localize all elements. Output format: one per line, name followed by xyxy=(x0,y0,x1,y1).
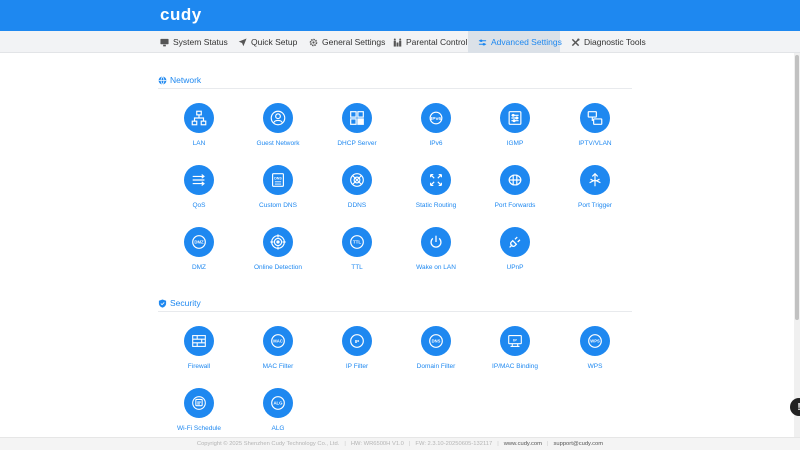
tile-online-detection[interactable]: Online Detection xyxy=(238,227,318,287)
wps-icon: WPS xyxy=(580,326,610,356)
section-title-security: Security xyxy=(158,298,201,308)
tile-dmz[interactable]: DMZ DMZ xyxy=(159,227,239,287)
footer-separator: | xyxy=(497,441,499,447)
binding-icon: IP xyxy=(500,326,530,356)
svg-text:ALG: ALG xyxy=(273,401,283,406)
detection-icon xyxy=(263,227,293,257)
svg-text:IP: IP xyxy=(355,339,360,345)
scrollbar-thumb[interactable] xyxy=(795,55,799,320)
footer-separator: | xyxy=(546,441,549,447)
iptv-icon xyxy=(580,103,610,133)
routing-icon xyxy=(421,165,451,195)
main-nav: System Status Quick Setup General Settin… xyxy=(0,31,800,53)
wand-icon xyxy=(238,37,247,47)
tile-static-routing[interactable]: Static Routing xyxy=(396,165,476,225)
section-divider xyxy=(158,88,632,89)
tools-icon xyxy=(571,37,580,47)
tile-port-trigger[interactable]: Port Trigger xyxy=(555,165,635,225)
tile-firewall[interactable]: Firewall xyxy=(159,326,239,386)
tile-ddns[interactable]: DDNS xyxy=(317,165,397,225)
tab-advanced-settings[interactable]: Advanced Settings xyxy=(468,31,562,53)
tab-label: Quick Setup xyxy=(251,37,298,47)
ttl-icon: TTL xyxy=(342,227,372,257)
footer-email-link[interactable]: support@cudy.com xyxy=(553,441,603,447)
cudy-logo[interactable]: cudy xyxy=(160,5,202,25)
mac-icon: MAC xyxy=(263,326,293,356)
tab-label: Parental Control xyxy=(406,37,468,47)
svg-text:WPS: WPS xyxy=(590,339,600,344)
footer-hw-version: HW: WR6500H V1.0 xyxy=(350,441,404,447)
footer: Copyright © 2025 Shenzhen Cudy Technolog… xyxy=(0,437,800,450)
svg-text:IPv6: IPv6 xyxy=(431,116,441,122)
tile-mac-filter[interactable]: MAC MAC Filter xyxy=(238,326,318,386)
tab-label: General Settings xyxy=(322,37,386,47)
gear-icon xyxy=(309,38,318,47)
tile-dhcp-server[interactable]: DHCP Server xyxy=(317,103,397,163)
svg-text:DMZ: DMZ xyxy=(194,240,204,245)
svg-text:TTL: TTL xyxy=(353,240,361,245)
tab-label: Diagnostic Tools xyxy=(584,37,646,47)
tab-label: Advanced Settings xyxy=(491,37,562,47)
lan-icon xyxy=(184,103,214,133)
section-divider xyxy=(158,311,632,312)
family-icon xyxy=(393,37,402,47)
tab-parental-control[interactable]: Parental Control xyxy=(383,31,477,53)
ip-icon: IP xyxy=(342,326,372,356)
footer-separator: | xyxy=(408,441,411,447)
tab-system-status[interactable]: System Status xyxy=(150,31,238,53)
header-bar: cudy xyxy=(0,0,800,31)
tab-label: System Status xyxy=(173,37,228,47)
tile-igmp[interactable]: IGMP xyxy=(475,103,555,163)
tile-upnp[interactable]: UPnP xyxy=(475,227,555,287)
power-icon xyxy=(421,227,451,257)
tile-guest-network[interactable]: Guest Network xyxy=(238,103,318,163)
svg-text:MAC: MAC xyxy=(273,339,282,344)
custom-dns-icon: DNS xyxy=(263,165,293,195)
dns-icon: DNS xyxy=(421,326,451,356)
footer-copyright: Copyright © 2025 Shenzhen Cudy Technolog… xyxy=(196,441,340,447)
tile-wake-on-lan[interactable]: Wake on LAN xyxy=(396,227,476,287)
tab-general-settings[interactable]: General Settings xyxy=(299,31,395,53)
firewall-icon xyxy=(184,326,214,356)
footer-fw-version: FW: 2.3.10-20250605-132117 xyxy=(415,441,493,447)
svg-text:IP: IP xyxy=(513,337,517,342)
port-forward-icon xyxy=(500,165,530,195)
tile-lan[interactable]: LAN xyxy=(159,103,239,163)
tile-custom-dns[interactable]: DNS Custom DNS xyxy=(238,165,318,225)
tile-qos[interactable]: QoS xyxy=(159,165,239,225)
tab-diagnostic-tools[interactable]: Diagnostic Tools xyxy=(561,31,656,53)
port-trigger-icon xyxy=(580,165,610,195)
dmz-icon: DMZ xyxy=(184,227,214,257)
shield-icon xyxy=(158,298,167,308)
footer-separator: | xyxy=(344,441,346,447)
section-title-network: Network xyxy=(158,75,201,85)
tile-domain-filter[interactable]: DNS Domain Filter xyxy=(396,326,476,386)
ddns-icon xyxy=(342,165,372,195)
tile-ip-mac-binding[interactable]: IP IP/MAC Binding xyxy=(475,326,555,386)
tile-iptv-vlan[interactable]: IPTV/VLAN xyxy=(555,103,635,163)
sliders-icon xyxy=(478,38,487,47)
footer-website-link[interactable]: www.cudy.com xyxy=(504,441,542,447)
tile-port-forwards[interactable]: Port Forwards xyxy=(475,165,555,225)
tile-ttl[interactable]: TTL TTL xyxy=(317,227,397,287)
schedule-icon xyxy=(184,388,214,418)
monitor-icon xyxy=(160,38,169,47)
guest-icon xyxy=(263,103,293,133)
ipv6-icon: IPv6 xyxy=(421,103,451,133)
svg-text:DNS: DNS xyxy=(432,339,441,344)
igmp-icon xyxy=(500,103,530,133)
alg-icon: ALG xyxy=(263,388,293,418)
tile-wps[interactable]: WPS WPS xyxy=(555,326,635,386)
tab-quick-setup[interactable]: Quick Setup xyxy=(228,31,307,53)
help-button[interactable]: ! xyxy=(790,398,800,416)
plug-icon xyxy=(500,227,530,257)
svg-text:DNS: DNS xyxy=(274,177,282,181)
qos-icon xyxy=(184,165,214,195)
tile-ipv6[interactable]: IPv6 IPv6 xyxy=(396,103,476,163)
globe-icon xyxy=(158,75,167,85)
dhcp-icon xyxy=(342,103,372,133)
tile-ip-filter[interactable]: IP IP Filter xyxy=(317,326,397,386)
